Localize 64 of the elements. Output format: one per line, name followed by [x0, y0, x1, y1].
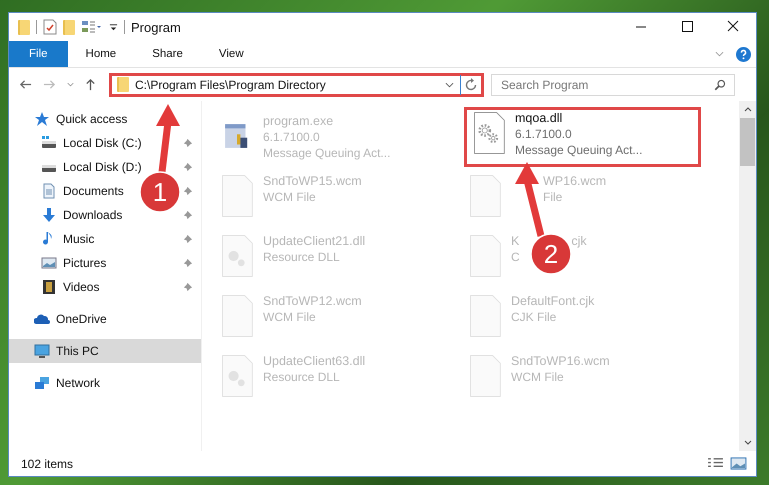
file-detail: 6.1.7100.0 — [515, 126, 572, 142]
scroll-down-icon[interactable] — [744, 440, 752, 445]
window-title: Program — [131, 20, 181, 34]
picture-icon — [41, 255, 57, 271]
expand-ribbon-icon[interactable] — [715, 51, 724, 57]
sidebar-item[interactable]: Network — [9, 371, 201, 395]
folder-icon[interactable] — [18, 20, 30, 34]
file-detail: File — [543, 189, 562, 205]
down-arrow-icon — [41, 207, 57, 223]
gear-file-icon — [472, 110, 506, 156]
folder-icon — [117, 77, 129, 92]
file-name[interactable]: mqoa.dll — [515, 110, 562, 126]
scroll-up-icon[interactable] — [744, 107, 752, 112]
file-detail: C — [511, 249, 520, 265]
film-icon — [41, 279, 57, 295]
monitor-icon — [34, 343, 50, 359]
document-icon — [41, 183, 57, 199]
drive-icon — [41, 135, 57, 151]
sidebar-item[interactable]: Local Disk (D:) — [63, 160, 142, 174]
sidebar-item[interactable]: Music — [63, 232, 94, 246]
file-detail: CJK File — [511, 309, 556, 325]
file-detail: WCM File — [263, 189, 316, 205]
details-view-icon[interactable] — [707, 457, 724, 470]
new-folder-icon[interactable] — [63, 20, 75, 34]
network-icon — [34, 375, 50, 391]
file-detail: Message Queuing Act... — [515, 142, 642, 158]
large-icons-view-icon[interactable] — [730, 457, 747, 470]
file-detail: Message Queuing Act... — [263, 145, 390, 161]
scrollbar[interactable] — [739, 101, 756, 451]
address-bar[interactable]: C:\Program Files\Program Directory — [109, 72, 484, 96]
help-icon[interactable] — [736, 46, 751, 62]
pointer-arrow — [156, 104, 180, 172]
step-badge: 1 — [139, 171, 181, 213]
ribbon-tab[interactable]: View — [200, 41, 262, 67]
sidebar-item[interactable]: This PC — [9, 339, 201, 363]
properties-icon[interactable] — [43, 19, 57, 35]
ribbon-tab[interactable]: File — [9, 41, 68, 67]
forward-arrow-icon[interactable] — [43, 78, 56, 91]
sidebar-item[interactable]: Pictures — [63, 256, 106, 270]
item-count: 102 items — [21, 456, 74, 470]
up-arrow-icon[interactable] — [84, 78, 97, 91]
recent-locations-caret-icon[interactable] — [67, 82, 74, 87]
sidebar-item[interactable]: Documents — [63, 184, 124, 198]
search-field[interactable]: Search Program — [491, 74, 735, 96]
ribbon-tab[interactable]: Share — [134, 41, 201, 67]
sidebar-item[interactable]: OneDrive — [9, 307, 201, 331]
sidebar-item[interactable]: Downloads — [63, 208, 122, 222]
ribbon-tab[interactable]: Home — [68, 41, 134, 67]
star-icon — [34, 111, 50, 127]
sidebar-item[interactable]: Quick access — [9, 107, 201, 131]
step-badge: 2 — [530, 233, 572, 275]
file-detail: Resource DLL — [263, 369, 340, 385]
search-icon — [714, 78, 726, 90]
caret-icon[interactable] — [445, 82, 454, 88]
dropdown-icon[interactable] — [109, 22, 118, 32]
file-detail: WCM File — [263, 309, 316, 325]
scrollbar-thumb[interactable] — [740, 118, 755, 166]
sidebar-item[interactable]: Local Disk (C:) — [63, 136, 142, 150]
file-detail: Resource DLL — [263, 249, 340, 265]
sidebar-item[interactable]: Videos — [63, 280, 100, 294]
file-detail: 6.1.7100.0 — [263, 129, 320, 145]
back-arrow-icon[interactable] — [19, 78, 32, 91]
file-detail: WCM File — [511, 369, 564, 385]
customize-toolbar-icon[interactable] — [81, 19, 103, 35]
